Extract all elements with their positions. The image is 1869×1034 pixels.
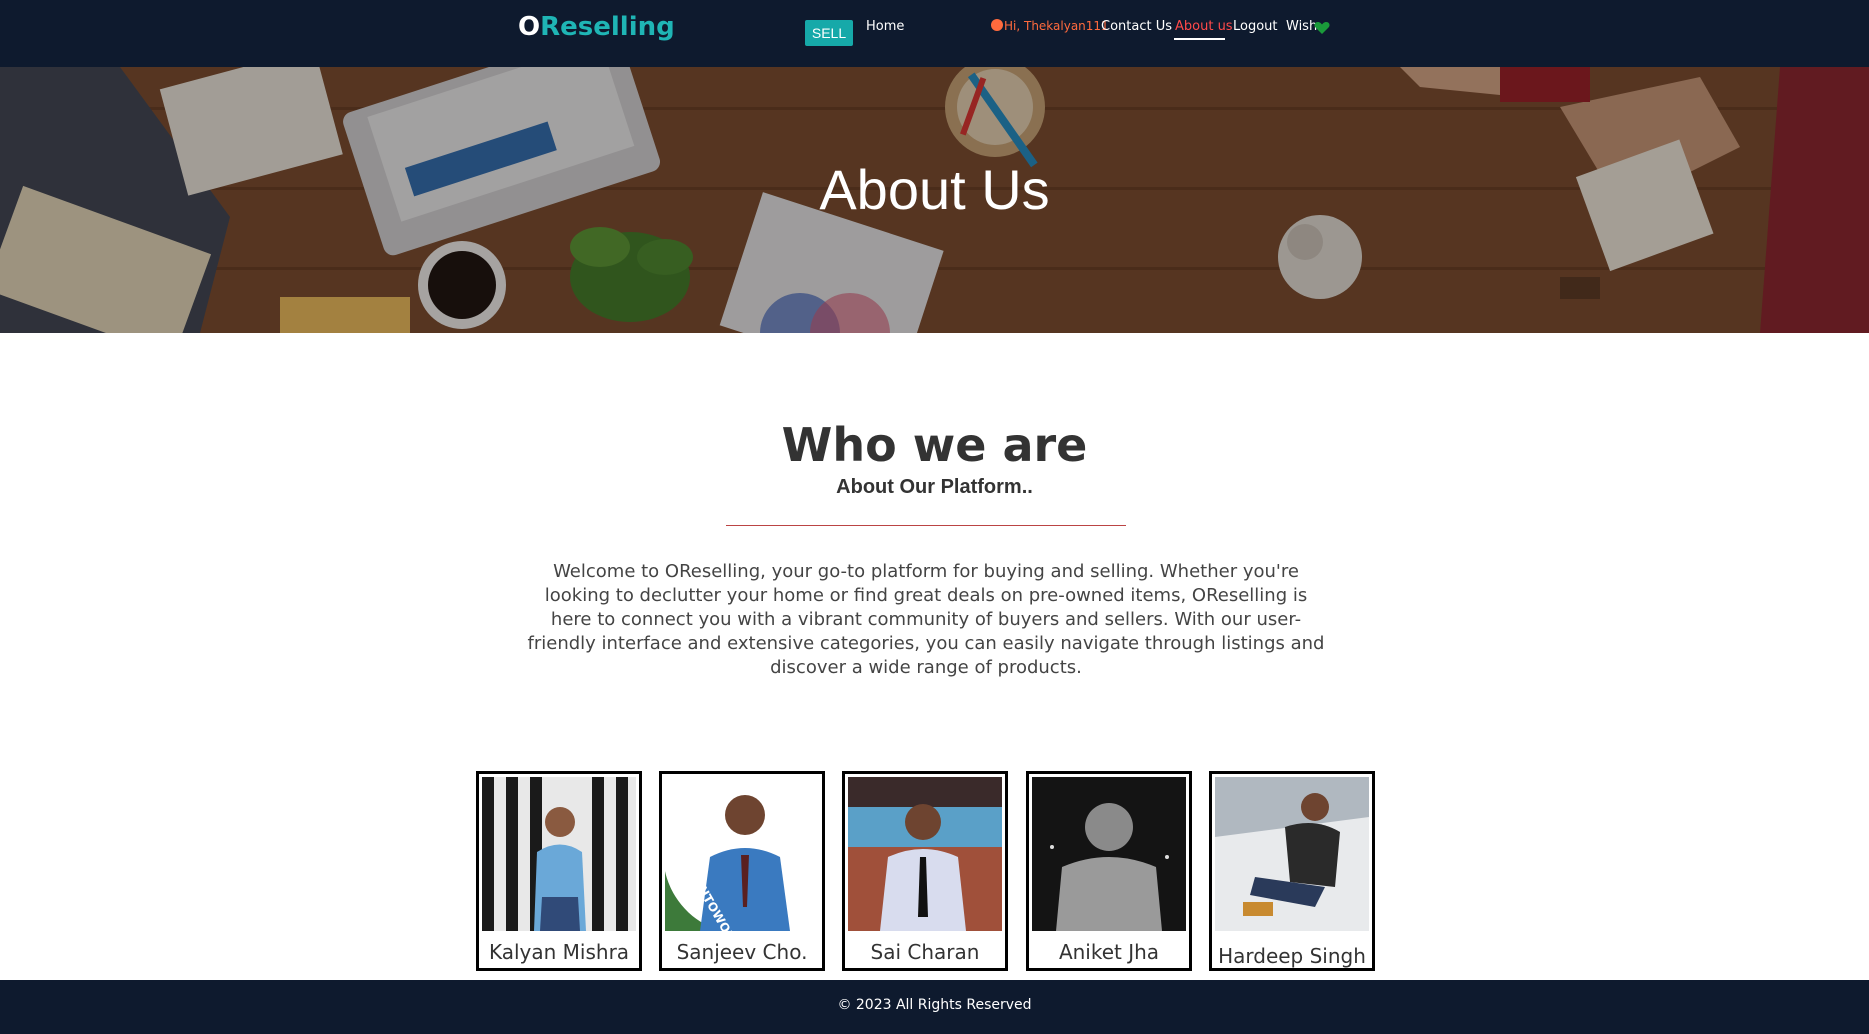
active-link-underline [1174, 38, 1225, 40]
nav-about-link[interactable]: About us [1175, 19, 1233, 34]
nav-wish-link[interactable]: Wish [1286, 19, 1317, 34]
section-subtitle: About Our Platform.. [836, 476, 1033, 498]
nav-user-greeting[interactable]: Hi, Thekalyan111 [991, 19, 1109, 33]
footer: © 2023 All Rights Reserved [0, 980, 1869, 1034]
section-divider [726, 525, 1126, 526]
team-member-name: Kalyan Mishra [482, 940, 636, 964]
team-member-name: Sanjeev Cho. [665, 940, 819, 964]
team-photo: #OPENTOWORK [665, 777, 819, 931]
nav-contact-link[interactable]: Contact Us [1101, 19, 1172, 34]
navbar: OReselling SELL Home Hi, Thekalyan111 Co… [0, 0, 1869, 67]
hero-title: About Us [819, 158, 1050, 221]
about-paragraph: Welcome to OReselling, your go-to platfo… [527, 561, 1325, 678]
user-icon [991, 19, 1003, 31]
sell-button[interactable]: SELL [805, 20, 853, 46]
team-photo [1215, 777, 1369, 931]
footer-copyright: © 2023 All Rights Reserved [837, 997, 1032, 1013]
team-member-name: Aniket Jha [1032, 940, 1186, 964]
hero-banner: About Us [0, 67, 1869, 333]
team-member-name: Sai Charan [848, 940, 1002, 964]
team-card: Hardeep Singh [1209, 771, 1375, 971]
nav-home-link[interactable]: Home [866, 19, 904, 34]
heart-icon[interactable] [1314, 21, 1330, 35]
team-photo [1032, 777, 1186, 931]
section-title: Who we are [781, 418, 1088, 472]
user-greeting-text: Hi, Thekalyan111 [1004, 19, 1109, 33]
team-photo [848, 777, 1002, 931]
team-card: Aniket Jha [1026, 771, 1192, 971]
team-card: #OPENTOWORK Sanjeev Cho. [659, 771, 825, 971]
team-member-name: Hardeep Singh [1215, 944, 1369, 968]
team-photo [482, 777, 636, 931]
logo-text: Reselling [540, 12, 675, 42]
logo-o: O [518, 12, 541, 42]
logo[interactable]: OReselling [518, 12, 675, 42]
team-card: Kalyan Mishra [476, 771, 642, 971]
nav-logout-link[interactable]: Logout [1233, 19, 1278, 34]
team-card: Sai Charan [842, 771, 1008, 971]
